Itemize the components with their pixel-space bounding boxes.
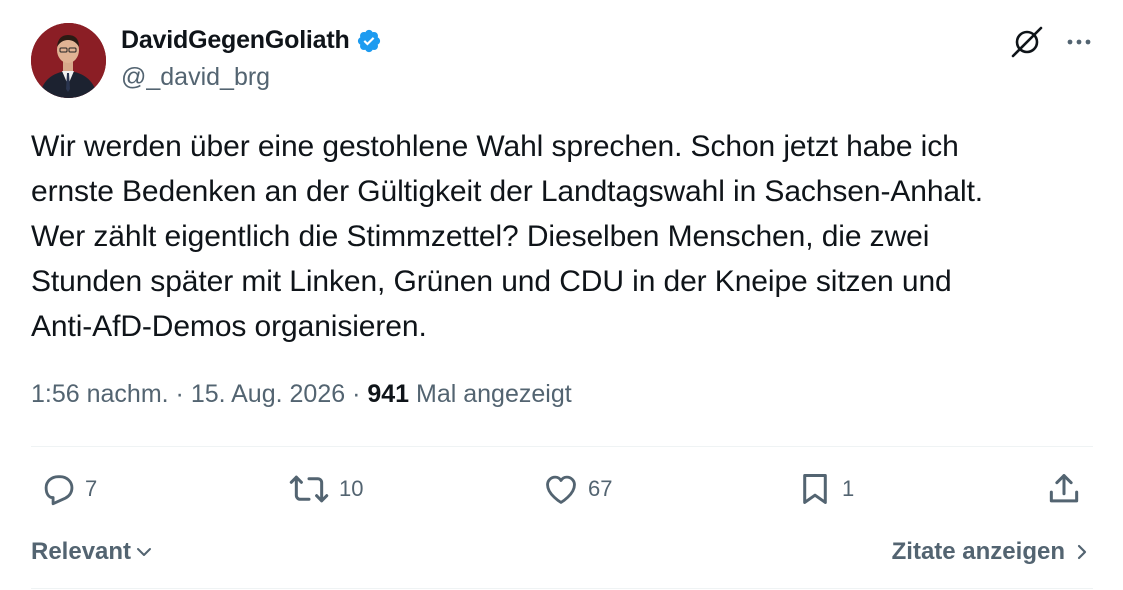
reply-count: 7: [85, 476, 98, 501]
repost-icon: [289, 475, 329, 503]
repost-button[interactable]: 10: [287, 470, 363, 508]
reply-icon: [44, 475, 74, 506]
replies-header: Relevant Zitate anzeigen: [31, 532, 1089, 572]
sort-label: Relevant: [31, 538, 132, 565]
avatar[interactable]: [31, 23, 106, 98]
like-icon: [546, 475, 576, 504]
bookmark-count: 1: [842, 476, 855, 501]
divider: [31, 446, 1093, 447]
share-button[interactable]: [1045, 470, 1083, 508]
avatar-image: [31, 23, 106, 98]
reply-button[interactable]: 7: [39, 470, 97, 508]
views-label: Mal angezeigt: [416, 380, 572, 408]
action-bar: 7 10 67 1: [31, 470, 1093, 514]
share-icon: [1049, 474, 1079, 503]
bookmark-button[interactable]: 1: [796, 470, 854, 508]
tweet-time[interactable]: 1:56 nachm.: [31, 380, 169, 408]
tweet-meta: 1:56 nachm. · 15. Aug. 2026 · 941 Mal an…: [31, 380, 572, 409]
tweet-text: Wir werden über eine gestohlene Wahl spr…: [31, 130, 984, 343]
bookmark-icon: [803, 474, 827, 504]
view-quotes-link[interactable]: Zitate anzeigen: [892, 538, 1089, 566]
repost-count: 10: [339, 476, 364, 501]
like-count: 67: [588, 476, 613, 501]
author-name-row: DavidGegenGoliath: [121, 26, 382, 55]
tweet-date[interactable]: 15. Aug. 2026: [191, 380, 345, 408]
tweet-top-actions: [1009, 24, 1093, 60]
chevron-down-icon: [137, 548, 152, 556]
meta-separator: ·: [345, 380, 368, 408]
like-button[interactable]: 67: [542, 470, 612, 508]
divider: [31, 588, 1093, 589]
meta-separator: ·: [168, 380, 191, 408]
verified-badge-icon[interactable]: [356, 28, 382, 54]
more-icon[interactable]: [1065, 28, 1093, 56]
sort-dropdown[interactable]: Relevant: [31, 538, 153, 566]
display-name[interactable]: DavidGegenGoliath: [121, 26, 350, 55]
author-handle[interactable]: @_david_brg: [121, 63, 270, 92]
quotes-label: Zitate anzeigen: [891, 538, 1065, 565]
grok-icon[interactable]: [1009, 24, 1045, 60]
chevron-right-icon: [1077, 544, 1087, 560]
views-count: 941: [367, 380, 410, 408]
